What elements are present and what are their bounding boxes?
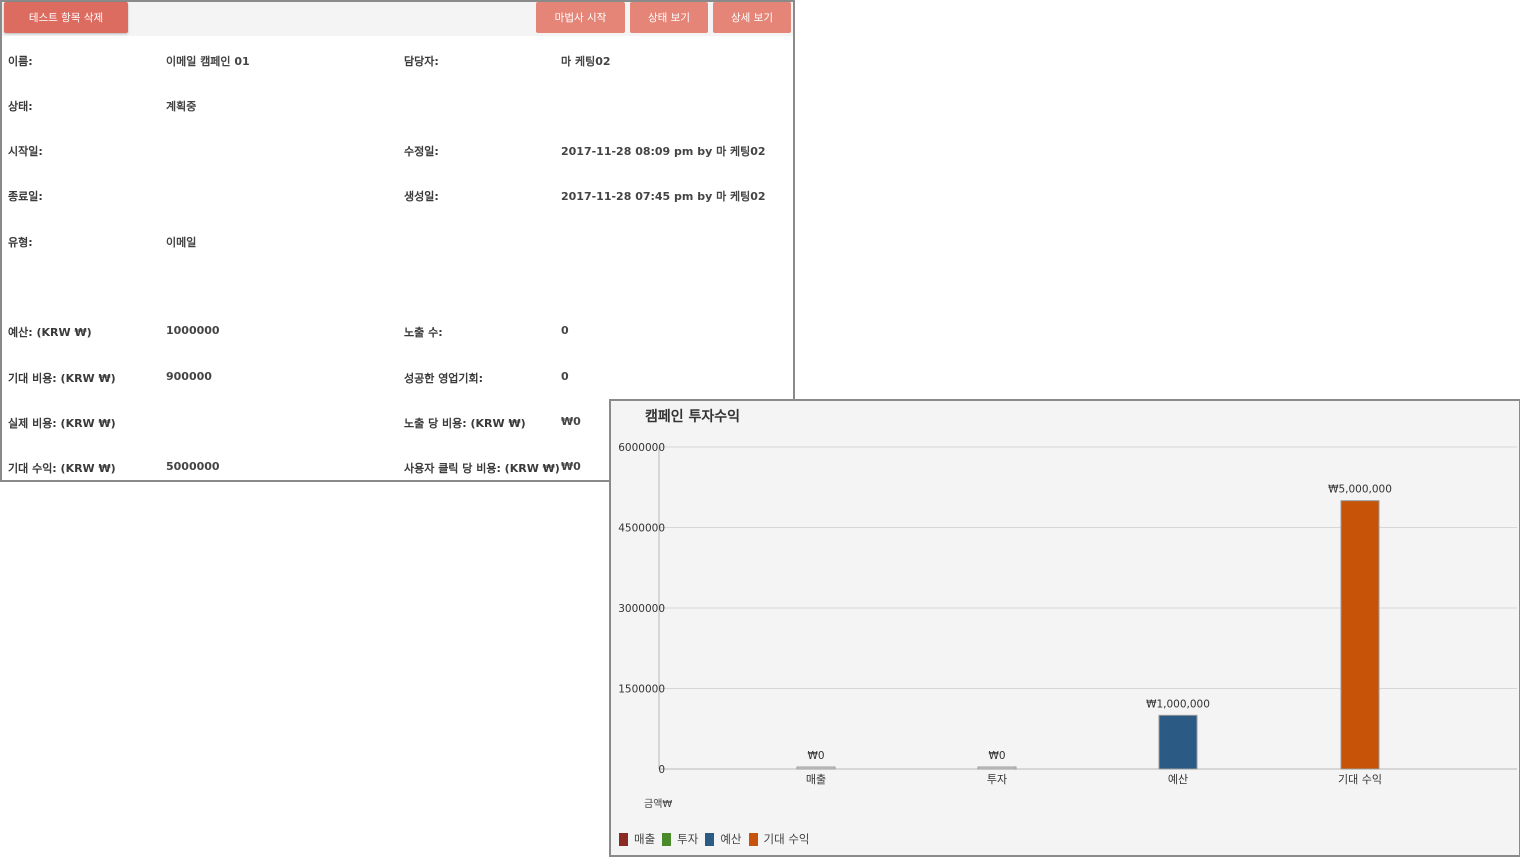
status-label: 상태: [8,100,33,113]
chart-legend: 매출 투자 예산 기대 수익 [619,831,817,847]
won-opportunities-value: 0 [561,370,569,383]
impressions-value: 0 [561,324,569,337]
name-label: 이름: [8,55,33,68]
name-value: 이메일 캠페인 01 [166,55,250,68]
modified-date-value: 2017-11-28 08:09 pm by 마 케팅02 [561,145,766,158]
legend-swatch [705,832,715,846]
data-label: ₩0 [988,750,1005,762]
expected-cost-value: 900000 [166,370,212,383]
status-value: 계획중 [166,100,197,113]
y-axis-label: 금액₩ [644,798,672,810]
budget-value: 1000000 [166,324,220,337]
cost-per-click-value: ₩0 [561,460,581,473]
y-tick-label: 1500000 [618,684,665,696]
view-status-button[interactable]: 상태 보기 [630,2,708,33]
legend-label: 예산 [720,832,742,846]
legend-item[interactable]: 매출 [619,831,655,847]
y-tick-label: 3000000 [618,603,665,615]
impressions-label: 노출 수: [404,326,443,339]
type-label: 유형: [8,236,33,249]
type-value: 이메일 [166,236,197,249]
legend-swatch [619,832,628,846]
legend-swatch [662,832,672,846]
start-wizard-button[interactable]: 마법사 시작 [536,2,625,33]
legend-item[interactable]: 기대 수익 [748,831,810,847]
data-label: ₩1,000,000 [1146,698,1210,710]
delete-test-items-button[interactable]: 테스트 항목 삭제 [4,2,128,33]
data-label: ₩0 [807,750,824,762]
view-details-button[interactable]: 상세 보기 [713,2,791,33]
x-tick-label: 매출 [806,773,826,786]
created-date-label: 생성일: [404,190,439,203]
expected-revenue-label: 기대 수익: (KRW ₩) [8,462,116,475]
y-tick-label: 4500000 [618,523,665,535]
legend-label: 기대 수익 [763,832,810,846]
legend-label: 투자 [677,832,699,846]
y-tick-label: 0 [658,764,665,776]
y-tick-label: 6000000 [618,442,665,454]
end-date-label: 종료일: [8,190,43,203]
bar [1340,500,1380,770]
bar [1158,714,1198,770]
owner-value: 마 케팅02 [561,55,611,68]
cost-per-click-label: 사용자 클릭 당 비용: (KRW ₩) [404,462,560,475]
legend-swatch [748,832,758,846]
cost-per-impression-value: ₩0 [561,415,581,428]
roi-chart-panel: 캠페인 투자수익 0 1500000 3000000 4500000 6000000 ₩0… [609,399,1520,857]
budget-label: 예산: (KRW ₩) [8,326,92,339]
legend-label: 매출 [634,832,656,846]
start-date-label: 시작일: [8,145,43,158]
modified-date-label: 수정일: [404,145,439,158]
expected-cost-label: 기대 비용: (KRW ₩) [8,372,116,385]
toolbar: 테스트 항목 삭제 마법사 시작 상태 보기 상세 보기 [2,2,793,36]
x-tick-label: 투자 [987,773,1007,786]
legend-item[interactable]: 예산 [705,831,742,847]
created-date-value: 2017-11-28 07:45 pm by 마 케팅02 [561,190,766,203]
x-tick-label: 예산 [1168,773,1188,786]
won-opportunities-label: 성공한 영업기회: [404,372,484,385]
roi-bar-chart: 0 1500000 3000000 4500000 6000000 ₩0 매출 ₩0 투자 ₩1,… [618,442,1517,810]
legend-item[interactable]: 투자 [662,831,698,847]
bar [796,766,836,770]
data-label: ₩5,000,000 [1328,484,1392,496]
x-tick-label: 기대 수익 [1338,773,1382,786]
actual-cost-label: 실제 비용: (KRW ₩) [8,417,116,430]
owner-label: 담당자: [404,55,439,68]
bar [977,766,1017,770]
cost-per-impression-label: 노출 당 비용: (KRW ₩) [404,417,526,430]
expected-revenue-value: 5000000 [166,460,220,473]
